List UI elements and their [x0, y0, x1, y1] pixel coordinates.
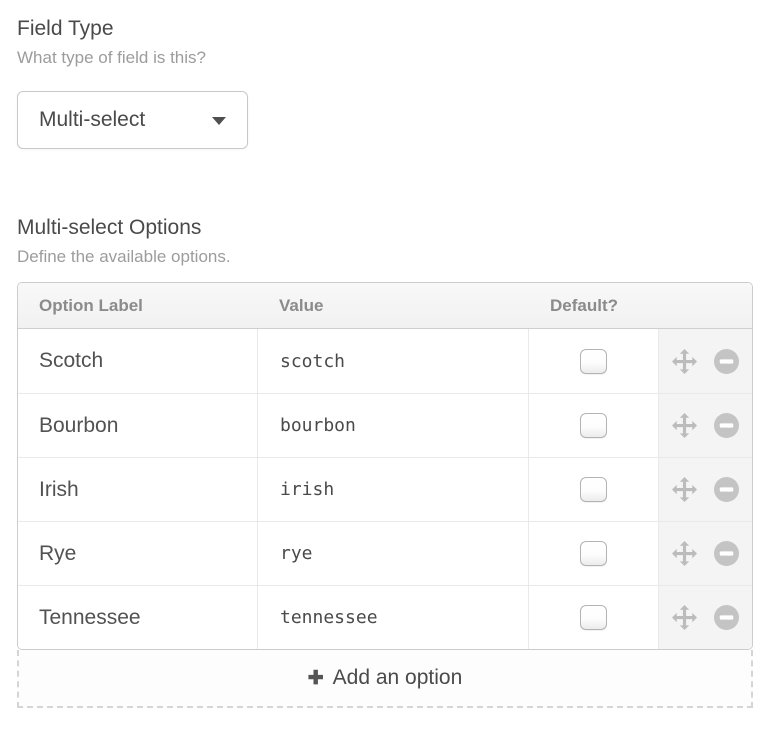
- column-header-actions: [658, 283, 752, 329]
- table-row: Irish irish: [18, 457, 752, 521]
- options-table: Option Label Value Default? Scotch scotc…: [18, 283, 752, 649]
- option-value-text: bourbon: [280, 415, 356, 436]
- option-value-text: irish: [280, 479, 334, 500]
- default-checkbox[interactable]: [580, 605, 607, 630]
- option-label-text: Rye: [39, 542, 76, 565]
- column-header-option-label: Option Label: [18, 283, 257, 329]
- move-handle-icon[interactable]: [672, 477, 697, 502]
- table-header-row: Option Label Value Default?: [18, 283, 752, 329]
- option-label-text: Tennessee: [39, 606, 141, 629]
- options-description: Define the available options.: [17, 247, 753, 267]
- chevron-down-icon: [212, 117, 226, 125]
- add-option-label: Add an option: [333, 666, 463, 690]
- default-checkbox[interactable]: [580, 541, 607, 566]
- option-value-cell: rye: [257, 521, 528, 585]
- move-handle-icon[interactable]: [672, 413, 697, 438]
- option-value-text: scotch: [280, 351, 345, 372]
- option-default-cell: [528, 585, 658, 649]
- move-handle-icon[interactable]: [672, 605, 697, 630]
- field-type-dropdown[interactable]: Multi-select: [17, 91, 248, 149]
- move-handle-icon[interactable]: [672, 541, 697, 566]
- option-label-text: Irish: [39, 478, 79, 501]
- default-checkbox[interactable]: [580, 349, 607, 374]
- option-label-text: Scotch: [39, 349, 103, 372]
- option-value-cell: tennessee: [257, 585, 528, 649]
- option-actions-cell: [658, 393, 752, 457]
- remove-option-icon[interactable]: [714, 477, 739, 502]
- plus-icon: ✚: [308, 667, 324, 690]
- option-default-cell: [528, 521, 658, 585]
- move-handle-icon[interactable]: [672, 349, 697, 374]
- default-checkbox[interactable]: [580, 413, 607, 438]
- option-default-cell: [528, 457, 658, 521]
- option-value-text: tennessee: [280, 607, 378, 628]
- option-default-cell: [528, 329, 658, 393]
- default-checkbox[interactable]: [580, 477, 607, 502]
- option-actions-cell: [658, 457, 752, 521]
- options-table-container: Option Label Value Default? Scotch scotc…: [17, 282, 753, 650]
- options-section: Multi-select Options Define the availabl…: [17, 216, 753, 708]
- column-header-default: Default?: [528, 283, 658, 329]
- remove-option-icon[interactable]: [714, 349, 739, 374]
- field-type-section: Field Type What type of field is this? M…: [17, 17, 753, 149]
- option-value-cell: scotch: [257, 329, 528, 393]
- field-type-description: What type of field is this?: [17, 48, 753, 68]
- column-header-value: Value: [257, 283, 528, 329]
- option-actions-cell: [658, 585, 752, 649]
- option-label-text: Bourbon: [39, 414, 118, 437]
- option-value-cell: irish: [257, 457, 528, 521]
- option-default-cell: [528, 393, 658, 457]
- option-label-cell: Scotch: [18, 329, 257, 393]
- table-row: Tennessee tennessee: [18, 585, 752, 649]
- form-builder-page: Field Type What type of field is this? M…: [0, 0, 753, 708]
- option-value-text: rye: [280, 543, 313, 564]
- field-type-title: Field Type: [17, 17, 753, 41]
- option-label-cell: Irish: [18, 457, 257, 521]
- table-row: Scotch scotch: [18, 329, 752, 393]
- field-type-dropdown-value: Multi-select: [39, 108, 145, 132]
- option-value-cell: bourbon: [257, 393, 528, 457]
- option-actions-cell: [658, 329, 752, 393]
- option-label-cell: Bourbon: [18, 393, 257, 457]
- add-option-button[interactable]: ✚ Add an option: [17, 650, 753, 708]
- options-title: Multi-select Options: [17, 216, 753, 240]
- table-row: Rye rye: [18, 521, 752, 585]
- option-label-cell: Tennessee: [18, 585, 257, 649]
- option-label-cell: Rye: [18, 521, 257, 585]
- option-actions-cell: [658, 521, 752, 585]
- table-row: Bourbon bourbon: [18, 393, 752, 457]
- remove-option-icon[interactable]: [714, 413, 739, 438]
- remove-option-icon[interactable]: [714, 605, 739, 630]
- remove-option-icon[interactable]: [714, 541, 739, 566]
